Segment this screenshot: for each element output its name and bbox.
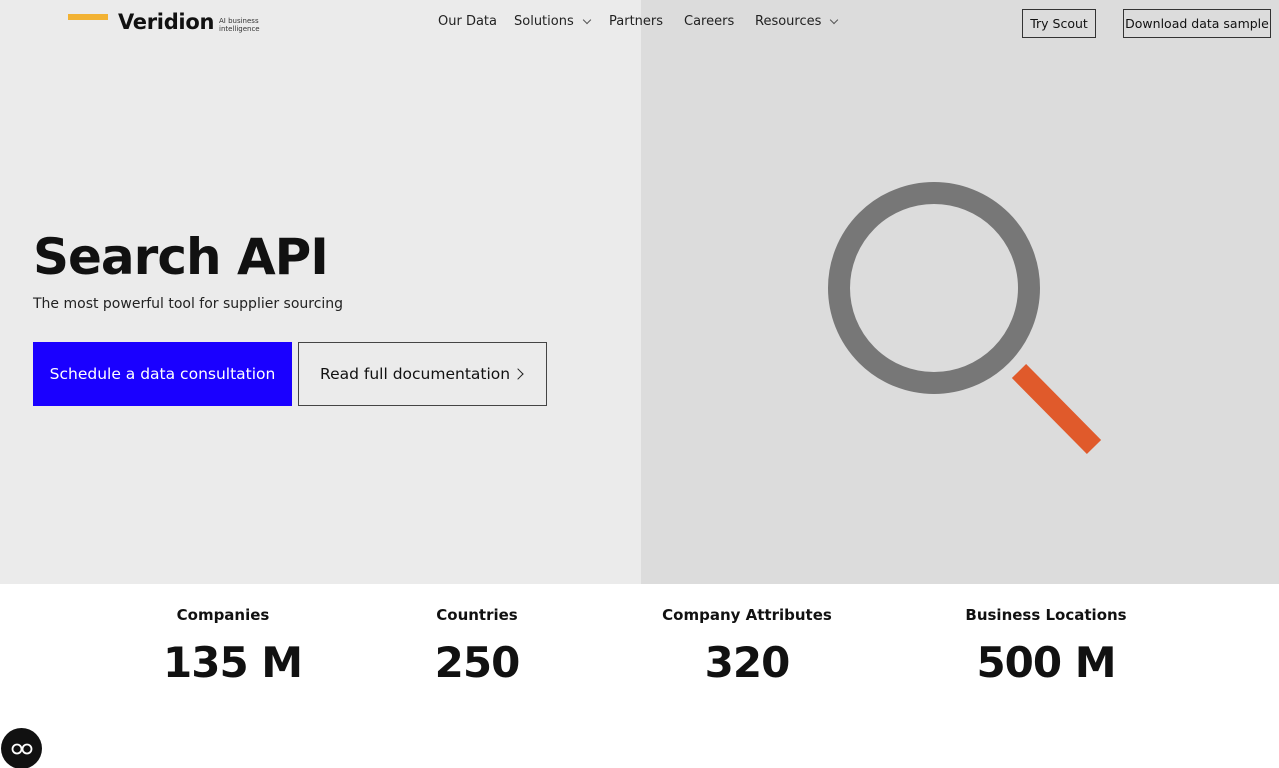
try-scout-button[interactable]: Try Scout <box>1022 9 1096 38</box>
nav-item-careers[interactable]: Careers <box>684 14 734 29</box>
stat-label: Companies <box>176 606 270 624</box>
chevron-down-icon <box>830 15 839 24</box>
stat-label: Business Locations <box>965 606 1127 624</box>
hero-left-panel <box>0 0 641 584</box>
stat-value: 500 M <box>976 638 1116 687</box>
logo-wordmark: Veridion <box>118 10 215 34</box>
nav-item-resources[interactable]: Resources <box>755 14 839 29</box>
nav-item-solutions[interactable]: Solutions <box>514 14 591 29</box>
stat-value: 135 M <box>163 638 303 687</box>
page-subtitle: The most powerful tool for supplier sour… <box>33 296 344 312</box>
hero-section: Veridion AI business intelligence Our Da… <box>0 0 1279 584</box>
magnifying-glass-icon <box>828 182 1102 455</box>
brand-logo[interactable]: Veridion AI business intelligence <box>68 10 268 36</box>
stat-value: 250 <box>434 638 521 687</box>
logo-tagline: AI business intelligence <box>219 17 260 33</box>
nav-item-label: Careers <box>684 14 735 29</box>
nav-item-label: Solutions <box>514 14 574 29</box>
stat-value: 320 <box>704 638 791 687</box>
read-documentation-label: Read full documentation <box>320 365 511 383</box>
chevron-down-icon <box>582 15 591 24</box>
stat-label: Countries <box>436 606 518 624</box>
magnifier-handle <box>1011 363 1102 455</box>
schedule-consultation-button[interactable]: Schedule a data consultation <box>33 342 292 406</box>
stat-countries: Countries 250 <box>417 606 537 687</box>
magnifier-lens <box>828 182 1040 394</box>
nav-item-label: Resources <box>755 14 822 29</box>
stat-company-attributes: Company Attributes 320 <box>657 606 837 687</box>
nav-item-label: Partners <box>609 14 664 29</box>
nav-item-partners[interactable]: Partners <box>609 14 663 29</box>
nav-item-label: Our Data <box>438 14 497 29</box>
nav-item-our-data[interactable]: Our Data <box>438 14 497 29</box>
page-title: Search API <box>33 228 329 286</box>
logo-accent-bar <box>68 14 108 20</box>
read-documentation-button[interactable]: Read full documentation <box>298 342 547 406</box>
stat-business-locations: Business Locations 500 M <box>956 606 1136 687</box>
download-data-sample-button[interactable]: Download data sample <box>1123 9 1271 38</box>
stat-companies: Companies 135 M <box>163 606 303 687</box>
chat-widget-button[interactable] <box>1 728 42 768</box>
chevron-right-icon <box>512 368 524 380</box>
chat-glasses-icon <box>11 743 32 754</box>
stat-label: Company Attributes <box>662 606 832 624</box>
